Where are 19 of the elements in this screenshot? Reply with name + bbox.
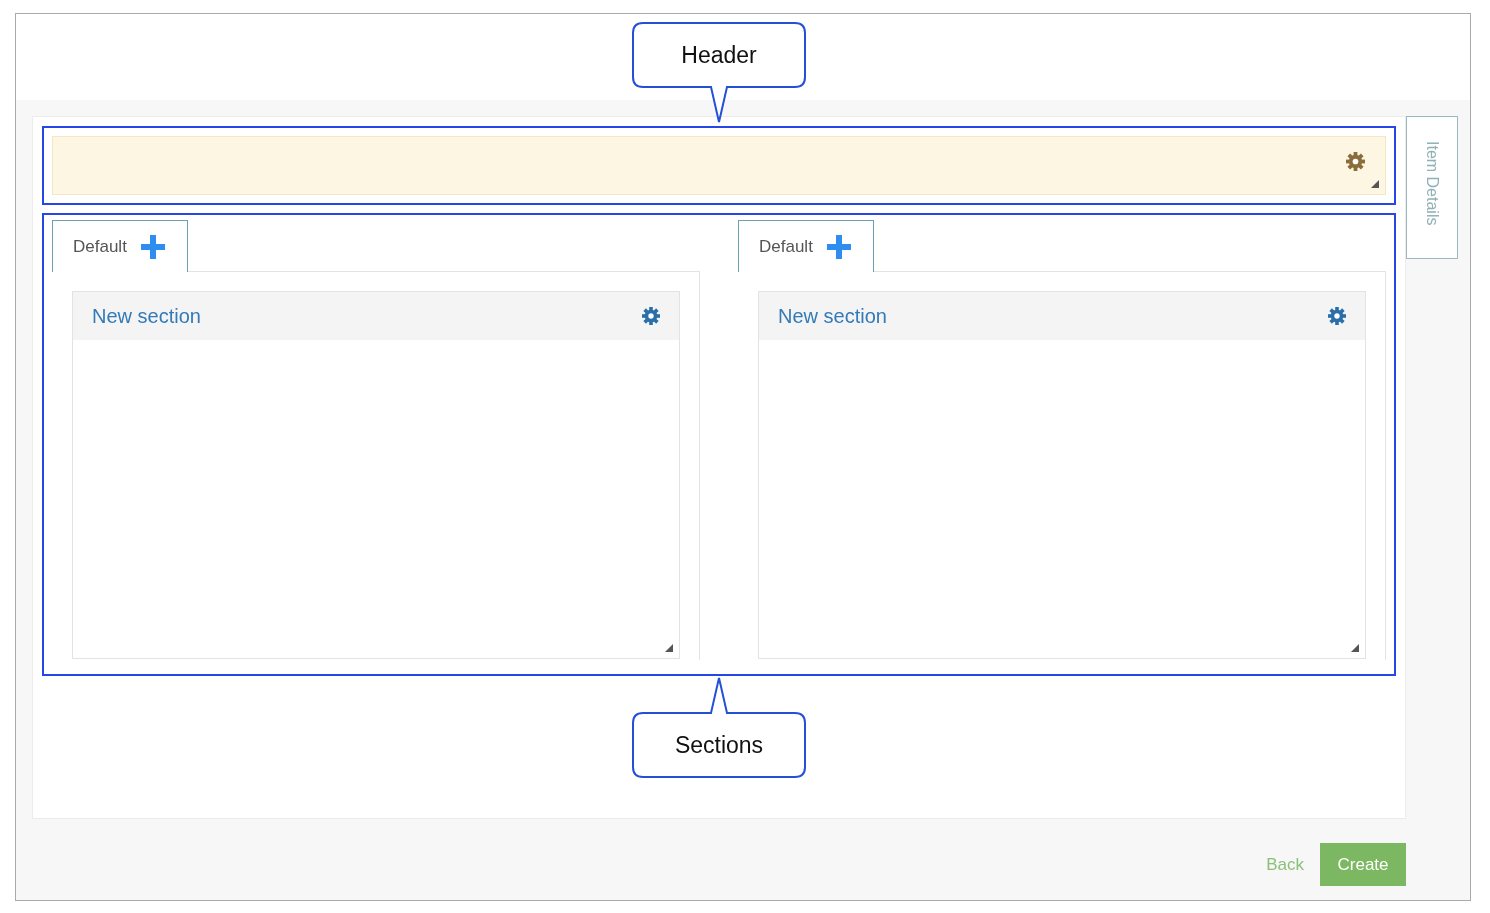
resize-grip-icon[interactable]: [1371, 180, 1379, 188]
gear-icon[interactable]: [642, 307, 660, 325]
resize-grip-icon[interactable]: [665, 644, 673, 652]
plus-icon[interactable]: [826, 234, 851, 259]
back-link[interactable]: Back: [1266, 851, 1304, 878]
side-tab[interactable]: Item Details: [1406, 116, 1458, 259]
callout-text: Header: [680, 41, 758, 69]
create-button[interactable]: Create: [1320, 843, 1406, 886]
callout-text: Sections: [673, 731, 765, 759]
gear-icon[interactable]: [1346, 152, 1365, 171]
section-title: New section: [92, 304, 201, 329]
section-title: New section: [778, 304, 887, 329]
tab-label: Default: [759, 235, 813, 258]
tab[interactable]: Default: [52, 220, 188, 272]
plus-icon[interactable]: [140, 234, 165, 259]
tab[interactable]: Default: [738, 220, 874, 272]
gear-icon[interactable]: [1328, 307, 1346, 325]
tab-label: Default: [73, 235, 127, 258]
resize-grip-icon[interactable]: [1351, 644, 1359, 652]
